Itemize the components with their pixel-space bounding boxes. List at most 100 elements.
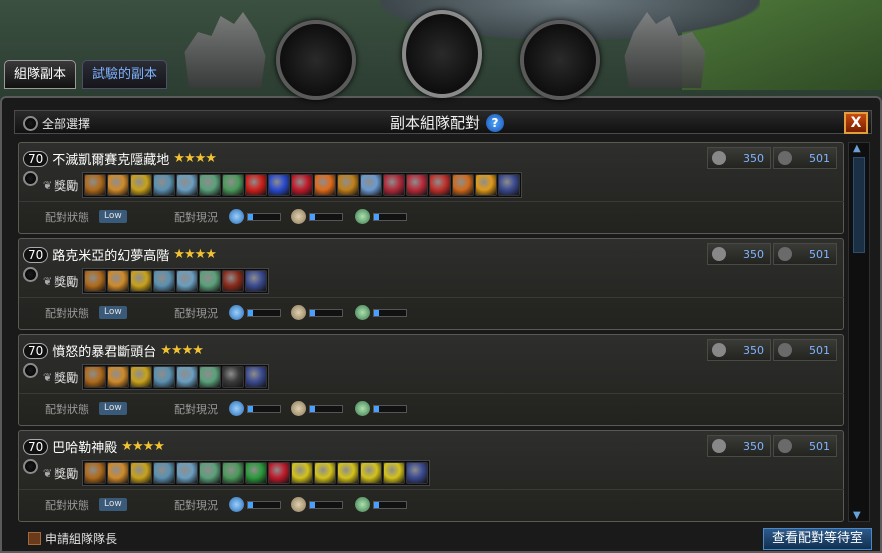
score-a: 350 [707,243,771,265]
reward-item-icon[interactable] [176,366,199,388]
dungeon-card[interactable]: 70 憤怒的暴君斷頭台 ★★★★ ❦ 獎勵 350 501 配對狀態 Low 配… [18,334,844,426]
status-label: 配對狀態 [45,306,89,320]
reward-item-icon[interactable] [337,462,360,484]
reward-item-icon[interactable] [199,174,222,196]
scroll-down-icon[interactable]: ▼ [853,510,861,521]
reward-item-icon[interactable] [84,462,107,484]
reward-item-icon[interactable] [314,462,337,484]
reward-item-icon[interactable] [130,462,153,484]
reward-item-icon[interactable] [498,174,521,196]
leader-label: 申請組隊隊長 [45,531,118,546]
reward-item-icon[interactable] [107,462,130,484]
dungeon-title-row: 70 巴哈勒神殿 ★★★★ [23,437,165,456]
reward-item-icon[interactable] [130,174,153,196]
reward-item-icon[interactable] [360,462,383,484]
reward-label: 獎勵 [54,274,79,289]
shield-role-icon [229,305,244,320]
dungeon-select-radio[interactable] [23,171,38,186]
select-all-radio[interactable] [23,116,38,131]
status-row: 配對狀態 Low 配對現況 [19,201,844,231]
reward-item-icon[interactable] [291,462,314,484]
reward-item-icon[interactable] [452,174,475,196]
healer-bar [373,308,407,317]
healer-role [355,497,407,512]
reward-item-icon[interactable] [153,174,176,196]
dungeon-card[interactable]: 70 巴哈勒神殿 ★★★★ ❦ 獎勵 350 501 配對狀態 Low 配對現況 [18,430,844,522]
reward-item-icon[interactable] [199,462,222,484]
reward-item-icon[interactable] [337,174,360,196]
status-row: 配對狀態 Low 配對現況 [19,297,844,327]
status-badge: Low [99,402,127,415]
reward-item-icon[interactable] [84,174,107,196]
score-a-value: 350 [743,439,764,453]
reward-item-icon[interactable] [107,270,130,292]
reward-item-icon[interactable] [222,174,245,196]
reward-item-icon[interactable] [406,174,429,196]
score-a: 350 [707,147,771,169]
select-all[interactable]: 全部選擇 [23,115,90,132]
score-b: 501 [773,243,837,265]
reward-item-icon[interactable] [130,270,153,292]
reward-item-icon[interactable] [222,270,245,292]
scroll-up-icon[interactable]: ▲ [853,143,861,154]
dungeon-card[interactable]: 70 不滅凱爾賽克隱藏地 ★★★★ ❦ 獎勵 350 501 配對狀態 Low [18,142,844,234]
reward-item-icon[interactable] [199,270,222,292]
reward-label: 獎勵 [54,178,79,193]
reward-row: ❦ 獎勵 [43,460,431,486]
score-group: 350 501 [707,243,837,265]
leader-checkbox[interactable] [28,531,41,545]
panel-title: 副本組隊配對 [390,114,481,132]
reward-item-icon[interactable] [153,270,176,292]
score-a-value: 350 [743,343,764,357]
reward-item-icon[interactable] [107,174,130,196]
reward-item-icon[interactable] [176,462,199,484]
dungeon-select-radio[interactable] [23,459,38,474]
score-a: 350 [707,339,771,361]
reward-item-icon[interactable] [314,174,337,196]
tank-bar [247,500,281,509]
dungeon-title-row: 70 不滅凱爾賽克隱藏地 ★★★★ [23,149,217,168]
reward-item-icon[interactable] [245,174,268,196]
reward-item-icon[interactable] [107,366,130,388]
dungeon-select-radio[interactable] [23,267,38,282]
wings-icon: ❦ [43,466,53,480]
reward-item-icon[interactable] [383,462,406,484]
scrollbar[interactable]: ▲ ▼ [848,142,870,522]
shield-role-icon [229,209,244,224]
dps-role [291,209,343,224]
close-button[interactable]: X [844,112,868,134]
dungeon-select-radio[interactable] [23,363,38,378]
reward-item-icon[interactable] [176,270,199,292]
match-label: 配對現況 [174,306,218,320]
status-label: 配對狀態 [45,402,89,416]
score-group: 350 501 [707,435,837,457]
reward-item-icon[interactable] [406,462,429,484]
reward-item-icon[interactable] [84,366,107,388]
status-badge: Low [99,306,127,319]
reward-item-icon[interactable] [429,174,452,196]
help-icon[interactable]: ? [486,113,505,132]
reward-item-icon[interactable] [268,462,291,484]
reward-item-icon[interactable] [222,462,245,484]
wings-icon: ❦ [43,178,53,192]
reward-item-icon[interactable] [245,366,268,388]
reward-item-icon[interactable] [199,366,222,388]
tab-party-dungeon[interactable]: 組隊副本 [4,60,77,89]
tab-trial-dungeon[interactable]: 試驗的副本 [82,60,168,89]
reward-item-icon[interactable] [222,366,245,388]
reward-item-icon[interactable] [153,366,176,388]
reward-item-icon[interactable] [153,462,176,484]
reward-item-icon[interactable] [383,174,406,196]
reward-item-icon[interactable] [245,462,268,484]
reward-item-icon[interactable] [475,174,498,196]
reward-item-icon[interactable] [176,174,199,196]
reward-item-icon[interactable] [84,270,107,292]
reward-item-icon[interactable] [130,366,153,388]
reward-item-icon[interactable] [245,270,268,292]
reward-item-icon[interactable] [360,174,383,196]
view-waiting-room-button[interactable]: 查看配對等待室 [762,528,872,550]
dungeon-card[interactable]: 70 路克米亞的幻夢高階 ★★★★ ❦ 獎勵 350 501 配對狀態 Low [18,238,844,330]
reward-item-icon[interactable] [291,174,314,196]
reward-item-icon[interactable] [268,174,291,196]
scroll-thumb[interactable] [853,157,865,253]
